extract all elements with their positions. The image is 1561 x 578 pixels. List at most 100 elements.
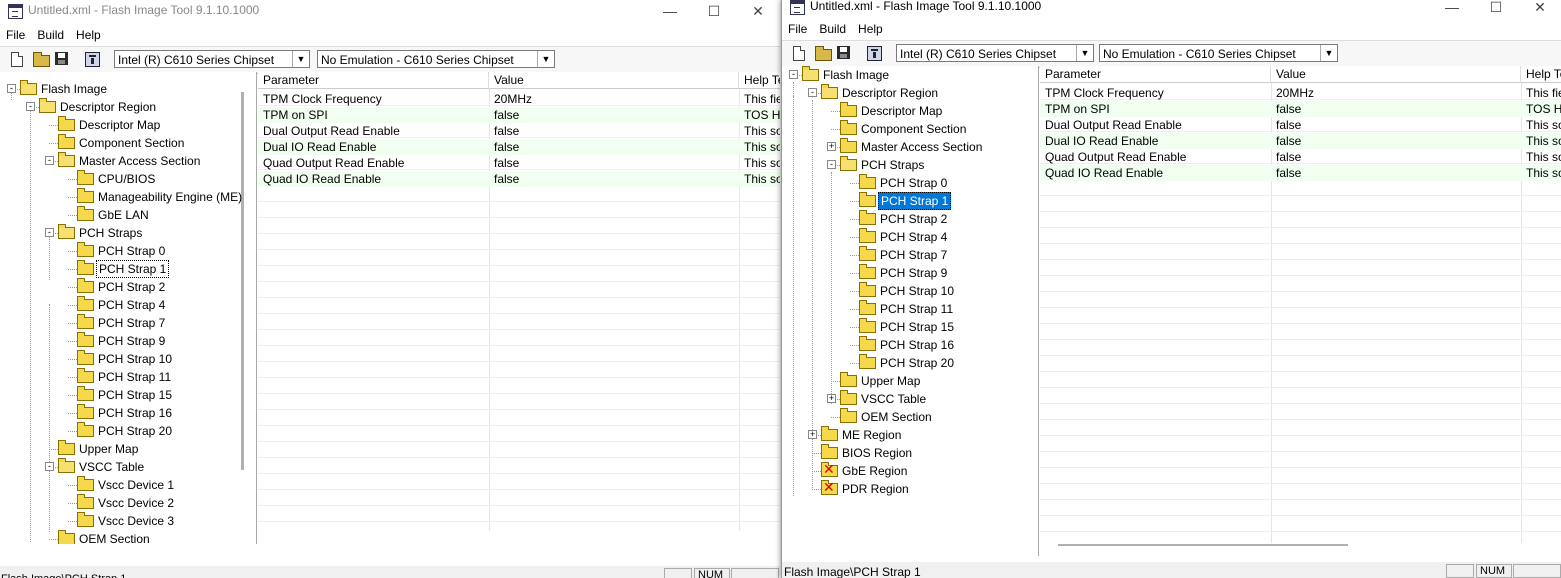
close-button[interactable]: ✕ (736, 0, 780, 22)
tree-item-upper-map[interactable]: Upper Map (782, 372, 1032, 390)
cell-value[interactable]: false (1271, 165, 1521, 181)
tree-item-pch-strap-16[interactable]: PCH Strap 16 (0, 404, 250, 422)
tree-item-pch-strap-1[interactable]: PCH Strap 1 (782, 192, 1032, 210)
expand-icon[interactable]: + (827, 142, 836, 151)
menu-build[interactable]: Build (31, 26, 70, 42)
tree-item-manageability-engine-me[interactable]: Manageability Engine (ME) (0, 188, 250, 206)
tree-item-descriptor-region[interactable]: - Descriptor Region (782, 84, 1032, 102)
tree-item-pch-straps[interactable]: - PCH Straps (782, 156, 1032, 174)
column-header-parameter[interactable]: Parameter (1040, 66, 1271, 83)
column-header-parameter[interactable]: Parameter (258, 72, 489, 89)
tree-item-cpu-bios[interactable]: CPU/BIOS (0, 170, 250, 188)
tree-item-pch-strap-4[interactable]: PCH Strap 4 (0, 296, 250, 314)
tree-view[interactable]: - Flash Image - Descriptor Region Descriptor… (782, 66, 1039, 556)
tree-item-vscc-device-3[interactable]: Vscc Device 3 (0, 512, 250, 530)
maximize-button[interactable]: ☐ (1474, 0, 1518, 18)
close-button[interactable]: ✕ (1518, 0, 1561, 18)
collapse-icon[interactable]: - (45, 156, 54, 165)
tree-item-pch-strap-10[interactable]: PCH Strap 10 (782, 282, 1032, 300)
chevron-down-icon[interactable]: ▼ (1320, 45, 1337, 61)
collapse-icon[interactable]: - (26, 102, 35, 111)
collapse-icon[interactable]: - (45, 228, 54, 237)
tree-item-vscc-table[interactable]: - VSCC Table (0, 458, 250, 476)
save-icon[interactable] (837, 46, 850, 59)
table-row[interactable]: Quad IO Read Enable false This soft strap (1040, 165, 1561, 181)
collapse-icon[interactable]: - (789, 70, 798, 79)
tree-item-pch-strap-2[interactable]: PCH Strap 2 (782, 210, 1032, 228)
open-folder-icon[interactable] (815, 46, 832, 61)
column-header-help[interactable]: Help Text (1521, 66, 1561, 83)
tree-item-pch-strap-10[interactable]: PCH Strap 10 (0, 350, 250, 368)
tree-item-pch-strap-16[interactable]: PCH Strap 16 (782, 336, 1032, 354)
tree-item-pch-strap-11[interactable]: PCH Strap 11 (782, 300, 1032, 318)
emulation-select[interactable]: No Emulation - C610 Series Chipset ▼ (1099, 44, 1338, 62)
chevron-down-icon[interactable]: ▼ (292, 51, 309, 67)
table-row[interactable]: Quad Output Read Enable false This soft st… (1040, 149, 1561, 165)
tree-item-pch-strap-15[interactable]: PCH Strap 15 (782, 318, 1032, 336)
collapse-icon[interactable]: - (45, 462, 54, 471)
tree-item-master-access-section[interactable]: - Master Access Section (0, 152, 250, 170)
tree-item-oem-section[interactable]: OEM Section (782, 408, 1032, 426)
grid-horizontal-scrollbar[interactable] (1058, 544, 1348, 546)
new-file-icon[interactable] (793, 46, 805, 61)
table-row[interactable]: TPM Clock Frequency 20MHz This field (1040, 85, 1561, 101)
tree-item-flash-image[interactable]: - Flash Image (782, 66, 1032, 84)
tree-item-component-section[interactable]: Component Section (0, 134, 250, 152)
cell-value[interactable]: false (489, 155, 739, 171)
title-bar[interactable]: Untitled.xml - Flash Image Tool 9.1.10.1… (782, 0, 1561, 18)
cell-value[interactable]: false (1271, 117, 1521, 133)
tree-item-pch-strap-20[interactable]: PCH Strap 20 (0, 422, 250, 440)
cell-value[interactable]: false (1271, 149, 1521, 165)
column-header-value[interactable]: Value (489, 72, 739, 89)
table-row[interactable]: Quad Output Read Enable false This soft st… (258, 155, 780, 171)
tree-item-master-access-section[interactable]: + Master Access Section (782, 138, 1032, 156)
tree-item-flash-image[interactable]: - Flash Image (0, 80, 250, 98)
column-header-value[interactable]: Value (1271, 66, 1521, 83)
tree-item-pch-strap-7[interactable]: PCH Strap 7 (782, 246, 1032, 264)
expand-icon[interactable]: + (808, 430, 817, 439)
chevron-down-icon[interactable]: ▼ (537, 51, 554, 67)
tree-item-pch-strap-1[interactable]: PCH Strap 1 (0, 260, 250, 278)
tree-view[interactable]: - Flash Image - Descriptor Region Descriptor… (0, 72, 257, 544)
tree-item-pch-strap-15[interactable]: PCH Strap 15 (0, 386, 250, 404)
tree-item-pch-strap-0[interactable]: PCH Strap 0 (0, 242, 250, 260)
collapse-icon[interactable]: - (7, 84, 16, 93)
new-file-icon[interactable] (11, 52, 23, 67)
cell-value[interactable]: false (489, 123, 739, 139)
tree-item-bios-region[interactable]: BIOS Region (782, 444, 1032, 462)
menu-help[interactable]: Help (70, 26, 107, 42)
table-row[interactable]: Dual IO Read Enable false This soft strap (258, 139, 780, 155)
tree-item-pch-strap-9[interactable]: PCH Strap 9 (782, 264, 1032, 282)
menu-help[interactable]: Help (852, 20, 889, 36)
table-row[interactable]: TPM on SPI false TOS Header (1040, 101, 1561, 117)
tree-item-descriptor-map[interactable]: Descriptor Map (0, 116, 250, 134)
table-row[interactable]: TPM on SPI false TOS Header (258, 107, 780, 123)
table-row[interactable]: Quad IO Read Enable false This soft strap (258, 171, 780, 187)
table-row[interactable]: Dual Output Read Enable false This soft st… (1040, 117, 1561, 133)
tree-item-pch-strap-11[interactable]: PCH Strap 11 (0, 368, 250, 386)
title-bar[interactable]: Untitled.xml - Flash Image Tool 9.1.10.1… (0, 0, 780, 22)
table-row[interactable]: Dual IO Read Enable false This soft strap (1040, 133, 1561, 149)
cell-value[interactable]: false (489, 107, 739, 123)
tree-item-descriptor-region[interactable]: - Descriptor Region (0, 98, 250, 116)
cell-value[interactable]: false (489, 171, 739, 187)
tree-item-gbe-region[interactable]: GbE Region (782, 462, 1032, 480)
menu-build[interactable]: Build (813, 20, 852, 36)
table-row[interactable]: Dual Output Read Enable false This soft st… (258, 123, 780, 139)
tree-item-pch-straps[interactable]: - PCH Straps (0, 224, 250, 242)
tree-item-upper-map[interactable]: Upper Map (0, 440, 250, 458)
tree-item-gbe-lan[interactable]: GbE LAN (0, 206, 250, 224)
chipset-select[interactable]: Intel (R) C610 Series Chipset ▼ (114, 50, 310, 68)
menu-file[interactable]: File (782, 20, 813, 36)
tree-item-vscc-table[interactable]: + VSCC Table (782, 390, 1032, 408)
collapse-icon[interactable]: - (827, 160, 836, 169)
build-image-icon[interactable] (85, 52, 100, 67)
save-icon[interactable] (55, 52, 68, 65)
open-folder-icon[interactable] (33, 52, 50, 67)
tree-item-descriptor-map[interactable]: Descriptor Map (782, 102, 1032, 120)
tree-item-pdr-region[interactable]: PDR Region (782, 480, 1032, 498)
cell-value[interactable]: false (1271, 133, 1521, 149)
tree-item-vscc-device-1[interactable]: Vscc Device 1 (0, 476, 250, 494)
tree-item-pch-strap-2[interactable]: PCH Strap 2 (0, 278, 250, 296)
table-row[interactable]: TPM Clock Frequency 20MHz This field (258, 91, 780, 107)
